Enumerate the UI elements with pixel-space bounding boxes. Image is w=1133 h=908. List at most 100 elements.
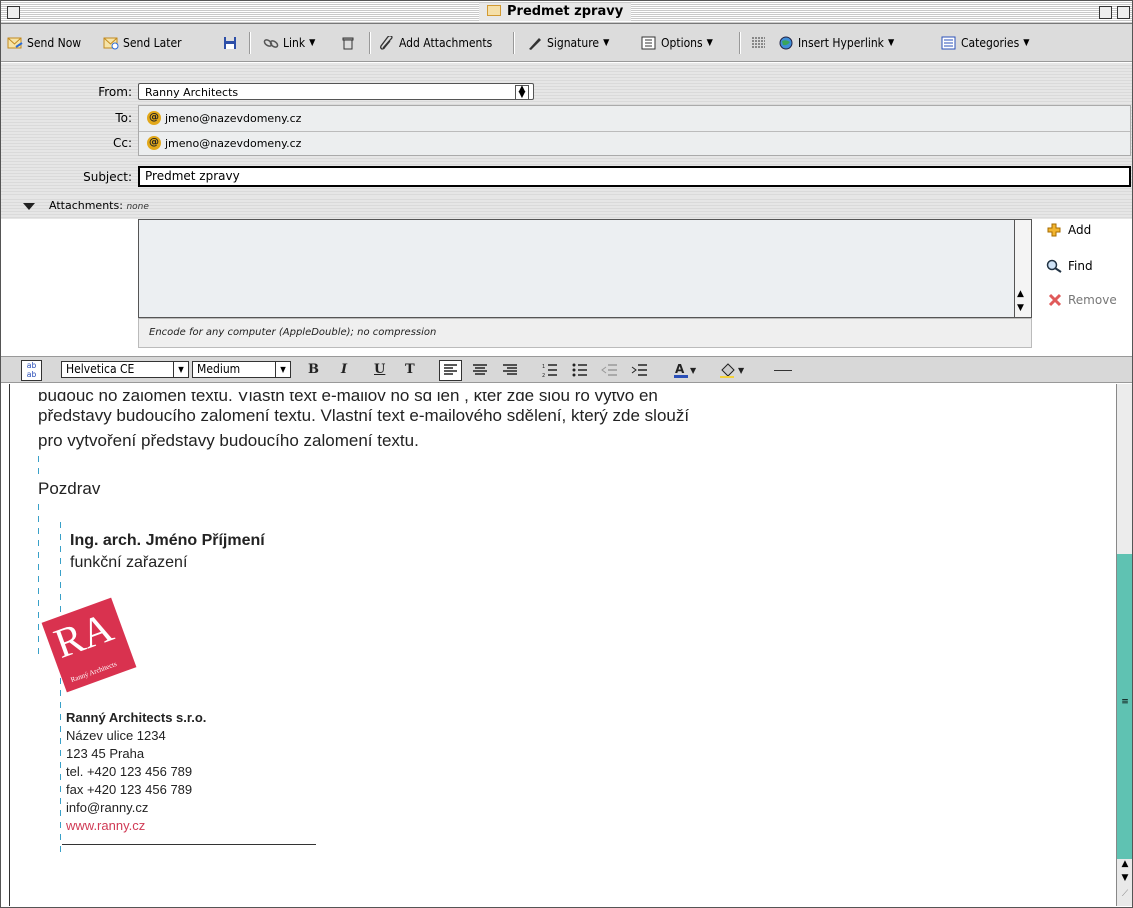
encode-option[interactable]: Encode for any computer (AppleDouble); n… [138,318,1032,348]
resize-grip-icon[interactable]: ⟋ [1120,889,1130,899]
decrease-indent-icon[interactable] [601,362,619,378]
list-format-icon [752,37,765,48]
categories-label: Categories [961,36,1020,50]
signature-button[interactable]: Signature ▼ [527,34,609,52]
add-plus-icon [1047,223,1061,237]
save-button[interactable] [222,34,238,52]
highlight-color-icon[interactable]: ▼ [719,361,747,379]
attachments-none: none [126,202,149,212]
add-attachments-button[interactable]: Add Attachments [379,34,492,52]
subject-field[interactable]: Predmet zpravy [138,166,1131,187]
align-right-icon[interactable] [501,362,519,378]
find-label: Find [1068,259,1093,273]
italic-button[interactable]: I [341,362,347,377]
envelope-icon [487,5,501,16]
link-label: Link [283,36,306,50]
close-box[interactable] [7,6,20,19]
align-left-icon [444,364,457,375]
align-left-button[interactable] [439,360,462,381]
recipients-box[interactable]: @ jmeno@nazevdomeny.cz @ jmeno@nazevdome… [138,105,1131,156]
attachments-scrollbar[interactable]: ▲ ▼ [1014,220,1031,317]
insert-hyperlink-dropdown-icon: ▼ [887,38,895,48]
attachments-list[interactable]: ▲ ▼ [138,219,1032,318]
svg-text:1: 1 [542,364,545,370]
subject-label: Subject: [83,170,132,184]
scroll-down-icon[interactable]: ▼ [1017,303,1024,313]
categories-icon [941,36,956,50]
fax-number: fax +420 123 456 789 [66,782,193,797]
scroll-thumb[interactable] [1117,384,1132,555]
to-label: To: [115,111,132,125]
attachments-row: Attachments: none [1,197,1132,219]
send-now-button[interactable]: Send Now [7,34,81,52]
toolbar-separator [739,32,741,54]
signature-divider [62,844,316,845]
add-label: Add [1068,223,1092,237]
format-list-button[interactable] [751,34,767,52]
dropdown-arrow-icon: ▼ [173,362,188,377]
scroll-down-icon[interactable]: ▼ [1120,873,1130,883]
website-link[interactable]: www.ranny.cz [66,818,145,833]
email-address[interactable]: info@ranny.cz [66,800,148,815]
categories-button[interactable]: Categories ▼ [941,34,1029,52]
send-later-label: Send Later [123,36,182,50]
options-dropdown-icon: ▼ [706,38,713,48]
link-button[interactable]: Link ▼ [263,34,315,52]
insert-hyperlink-label: Insert Hyperlink [798,36,884,50]
compose-window: Predmet zpravy Send Now Send Later Link … [0,0,1133,908]
numbered-list-icon[interactable]: 12 [541,362,559,378]
link-icon [263,39,279,48]
from-value: Ranny Architects [145,86,239,99]
toolbar-separator [249,32,251,54]
address-city: 123 45 Praha [66,746,145,761]
body-scrollbar[interactable]: ≡ ▲ ▼ ⟋ [1116,384,1132,906]
window-title-container: Predmet zpravy [479,3,632,21]
spellcheck-icon[interactable]: ab ab [21,360,42,381]
add-attachment-button[interactable]: Add [1046,223,1091,237]
signature-pen-icon [529,38,541,50]
magnifier-icon [1046,259,1062,273]
increase-indent-icon[interactable] [631,362,649,378]
options-button[interactable]: Options ▼ [641,34,713,52]
remove-x-icon [1048,293,1062,307]
indent-guide [38,504,39,659]
svg-text:2: 2 [542,373,545,378]
bold-button[interactable]: B [308,362,319,377]
title-bar[interactable]: Predmet zpravy [1,1,1132,24]
toolbar-separator [513,32,515,54]
size-select[interactable]: Medium ▼ [192,361,291,378]
svg-text:▼: ▼ [690,366,697,375]
text-color-icon[interactable]: A ▼ [673,361,699,379]
phone-number: tel. +420 123 456 789 [66,764,193,779]
horizontal-rule-icon[interactable] [774,370,792,371]
scroll-up-icon[interactable]: ▲ [1120,859,1130,869]
from-account-select[interactable]: Ranny Architects ▲ ▼ [138,83,534,100]
send-later-button[interactable]: Send Later [103,34,182,52]
send-now-label: Send Now [27,36,82,50]
insert-hyperlink-button[interactable]: Insert Hyperlink ▼ [778,34,894,52]
body-line-0: budouc ho zalomen textu. Vlastn text e-m… [38,386,658,405]
teletype-button[interactable]: T [405,362,415,377]
underline-button[interactable]: U [374,362,385,377]
cc-recipient[interactable]: @ jmeno@nazevdomeny.cz [147,136,301,150]
remove-attachment-button[interactable]: Remove [1046,293,1117,307]
font-select[interactable]: Helvetica CE ▼ [61,361,189,378]
zoom-box[interactable] [1099,6,1112,19]
disclosure-triangle-icon[interactable] [23,203,35,210]
greeting: Pozdrav [38,479,101,498]
to-address: jmeno@nazevdomeny.cz [165,111,302,125]
find-attachment-button[interactable]: Find [1046,259,1093,273]
dropdown-arrow-icon: ▼ [275,362,290,377]
collapse-box[interactable] [1117,6,1130,19]
delete-button[interactable] [340,34,356,52]
signature-name: Ing. arch. Jméno Příjmení [70,532,265,549]
select-arrows-icon: ▲ ▼ [515,85,529,100]
add-attachments-label: Add Attachments [399,36,493,50]
scroll-grip-icon: ≡ [1121,697,1129,707]
to-recipient[interactable]: @ jmeno@nazevdomeny.cz [147,111,301,125]
bullet-list-icon[interactable] [571,362,589,378]
trash-icon [342,37,354,50]
align-center-icon[interactable] [471,362,489,378]
message-body[interactable]: budouc ho zalomen textu. Vlastn text e-m… [9,384,1116,906]
scroll-up-icon[interactable]: ▲ [1017,289,1024,299]
